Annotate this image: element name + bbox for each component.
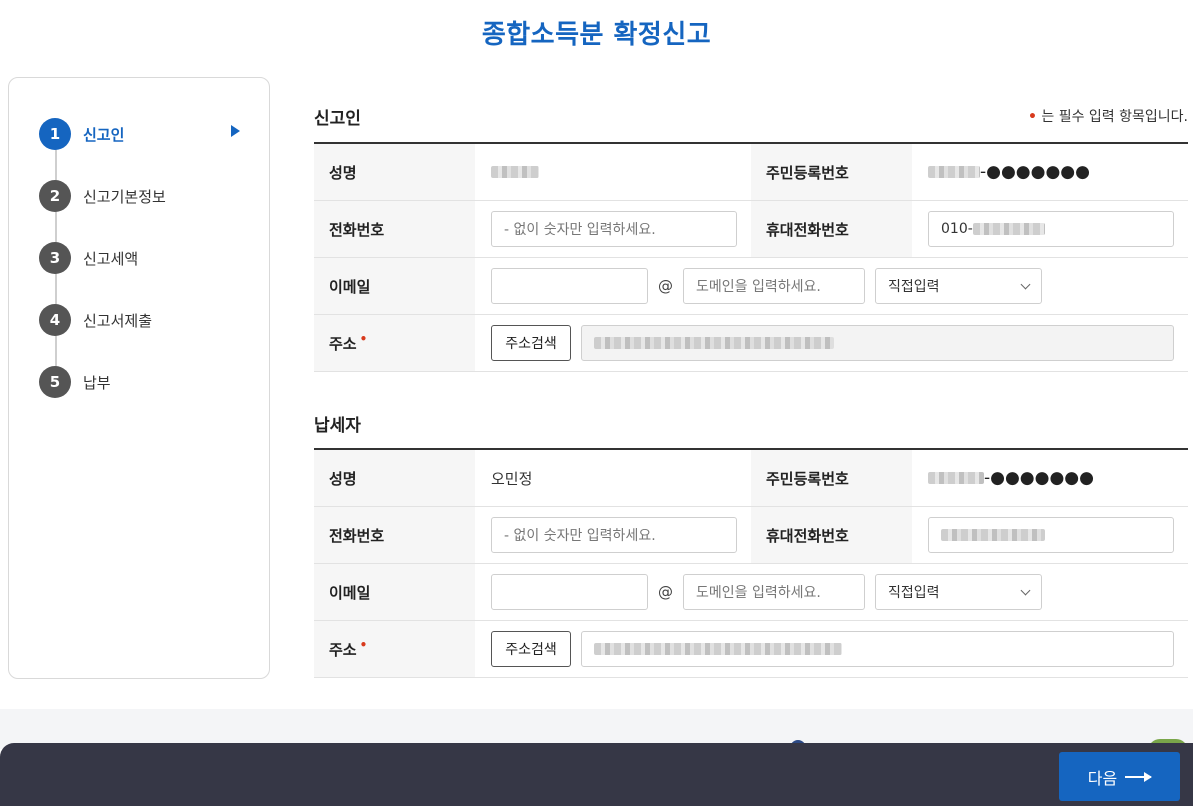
step-number: 2	[39, 180, 71, 212]
rrn-masked-suffix: -●●●●●●●	[980, 162, 1090, 182]
step-number: 1	[39, 118, 71, 150]
step-number: 5	[39, 366, 71, 398]
email-domain-input[interactable]: 도메인을 입력하세요.	[683, 268, 865, 304]
step-navigation: 1 신고인 2 신고기본정보 3 신고세액 4 신고서제출 5 납부	[8, 77, 270, 679]
phone-input[interactable]: - 없이 숫자만 입력하세요.	[491, 517, 737, 553]
active-step-arrow-icon	[231, 125, 240, 137]
at-sign: @	[658, 583, 673, 601]
rrn-label: 주민등록번호	[751, 450, 912, 506]
required-mark: •	[359, 638, 368, 652]
phone-label: 전화번호	[314, 201, 475, 257]
name-value	[475, 144, 751, 200]
masked-rrn	[928, 166, 980, 178]
chevron-down-icon	[1020, 585, 1031, 595]
phone-input[interactable]: - 없이 숫자만 입력하세요.	[491, 211, 737, 247]
step-5-payment[interactable]: 5 납부	[39, 366, 111, 398]
rrn-value: -●●●●●●●	[912, 144, 1188, 200]
rrn-label: 주민등록번호	[751, 144, 912, 200]
arrow-right-icon	[1125, 771, 1153, 782]
masked-rrn	[928, 472, 984, 484]
phone-label: 전화번호	[314, 507, 475, 563]
email-domain-input[interactable]: 도메인을 입력하세요.	[683, 574, 865, 610]
masked-name	[491, 166, 539, 178]
mobile-input[interactable]	[928, 517, 1174, 553]
bottom-action-bar	[0, 743, 1193, 806]
step-number: 4	[39, 304, 71, 336]
step-label: 신고세액	[83, 249, 139, 268]
email-label: 이메일	[314, 564, 475, 620]
address-input[interactable]	[581, 325, 1174, 361]
mobile-label: 휴대전화번호	[751, 507, 912, 563]
name-value: 오민정	[491, 469, 533, 488]
form-row-address: 주소 • 주소검색	[314, 621, 1188, 678]
domain-select-value: 직접입력	[888, 279, 940, 295]
form-row-phone: 전화번호 - 없이 숫자만 입력하세요. 휴대전화번호 010-	[314, 201, 1188, 258]
form-row-phone: 전화번호 - 없이 숫자만 입력하세요. 휴대전화번호	[314, 507, 1188, 564]
form-row-email: 이메일 @ 도메인을 입력하세요. 직접입력	[314, 564, 1188, 621]
masked-address	[594, 337, 834, 349]
next-button[interactable]: 다음	[1059, 752, 1180, 801]
mobile-label: 휴대전화번호	[751, 201, 912, 257]
mobile-input[interactable]: 010-	[928, 211, 1174, 247]
step-1-reporter[interactable]: 1 신고인	[39, 118, 124, 150]
reporter-section-title: 신고인	[314, 109, 361, 129]
taxpayer-form: 성명 오민정 주민등록번호 -●●●●●●● 전화번호 - 없이 숫자만 입력하…	[314, 448, 1188, 678]
mobile-prefix: 010-	[941, 221, 973, 237]
required-mark: •	[1027, 109, 1037, 125]
email-domain-select[interactable]: 직접입력	[875, 574, 1042, 610]
email-domain-select[interactable]: 직접입력	[875, 268, 1042, 304]
required-note-text: 는 필수 입력 항목입니다.	[1041, 109, 1188, 125]
form-row-address: 주소 • 주소검색	[314, 315, 1188, 372]
required-mark: •	[359, 332, 368, 346]
email-id-input[interactable]	[491, 574, 648, 610]
email-label: 이메일	[314, 258, 475, 314]
step-label: 신고서제출	[83, 311, 153, 330]
step-2-basic-info[interactable]: 2 신고기본정보	[39, 180, 166, 212]
email-id-input[interactable]	[491, 268, 648, 304]
required-note: • 는 필수 입력 항목입니다.	[1028, 106, 1188, 126]
name-label: 성명	[314, 144, 475, 200]
form-row-name: 성명 주민등록번호 -●●●●●●●	[314, 144, 1188, 201]
next-button-label: 다음	[1087, 768, 1118, 788]
reporter-form: 성명 주민등록번호 -●●●●●●● 전화번호 - 없이 숫자만 입력하세요. …	[314, 142, 1188, 372]
page-title: 종합소득분 확정신고	[481, 20, 712, 50]
step-label: 신고기본정보	[83, 187, 166, 206]
name-label: 성명	[314, 450, 475, 506]
step-label: 납부	[83, 373, 111, 392]
address-label: 주소 •	[314, 621, 475, 677]
masked-address	[594, 643, 842, 655]
at-sign: @	[658, 277, 673, 295]
rrn-value: -●●●●●●●	[912, 450, 1188, 506]
address-label: 주소 •	[314, 315, 475, 371]
rrn-masked-suffix: -●●●●●●●	[984, 468, 1094, 488]
masked-mobile	[941, 529, 1045, 541]
chevron-down-icon	[1020, 279, 1031, 289]
step-3-tax-amount[interactable]: 3 신고세액	[39, 242, 138, 274]
step-4-submit[interactable]: 4 신고서제출	[39, 304, 152, 336]
address-input[interactable]	[581, 631, 1174, 667]
taxpayer-section-title: 납세자	[314, 416, 361, 436]
step-label: 신고인	[83, 125, 125, 144]
step-number: 3	[39, 242, 71, 274]
form-row-email: 이메일 @ 도메인을 입력하세요. 직접입력	[314, 258, 1188, 315]
form-row-name: 성명 오민정 주민등록번호 -●●●●●●●	[314, 450, 1188, 507]
masked-mobile	[972, 223, 1045, 235]
address-search-button[interactable]: 주소검색	[491, 631, 571, 667]
domain-select-value: 직접입력	[888, 585, 940, 601]
address-search-button[interactable]: 주소검색	[491, 325, 571, 361]
